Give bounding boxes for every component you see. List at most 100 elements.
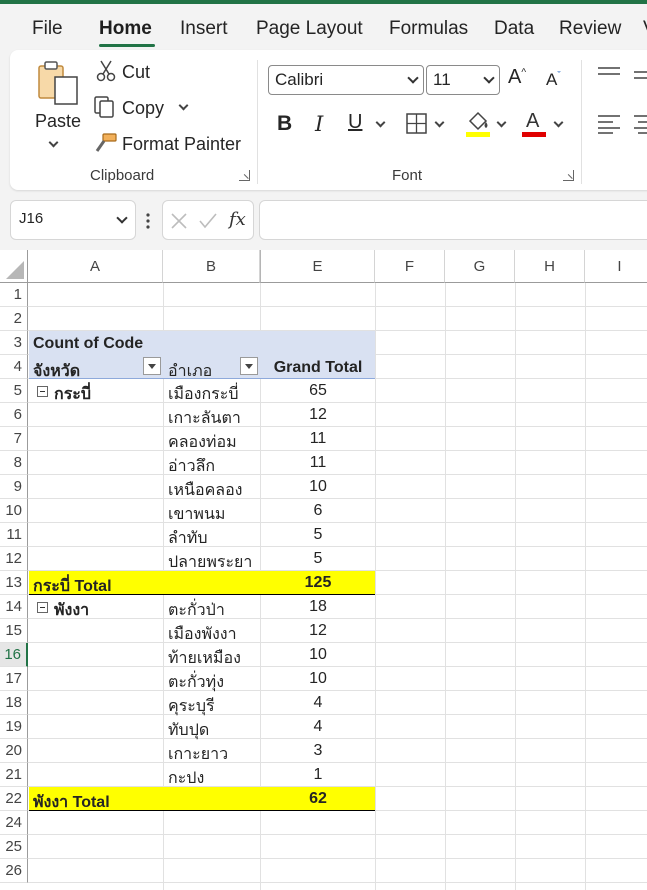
row-header-15[interactable]: 15	[0, 619, 28, 643]
align-center-icon[interactable]	[634, 114, 647, 139]
cut-button[interactable]: Cut	[122, 62, 150, 83]
pivot-total-label: กระบี่ Total	[33, 578, 112, 595]
pivot-header-grand-total: Grand Total	[273, 359, 363, 376]
row-header-25[interactable]: 25	[0, 835, 28, 859]
row-header-17[interactable]: 17	[0, 667, 28, 691]
decrease-font-size-icon[interactable]: Aˇ	[546, 70, 561, 90]
paste-button[interactable]: Paste	[35, 111, 81, 132]
column-header-e[interactable]: E	[260, 250, 375, 283]
gridline	[375, 283, 376, 890]
column-header-h[interactable]: H	[515, 250, 585, 283]
copy-button[interactable]: Copy	[122, 98, 164, 119]
more-options-icon[interactable]	[146, 212, 150, 235]
worksheet-grid[interactable]: A B E F G H I 1 2 3 4 5 6 7 8 9 10 11 12 13 14 15 16 17 1…	[0, 250, 647, 890]
row-header-4[interactable]: 4	[0, 355, 28, 379]
row-header-10[interactable]: 10	[0, 499, 28, 523]
copy-options-chevron-icon[interactable]	[178, 100, 189, 111]
pivot-count: 10	[309, 478, 327, 495]
font-size-select[interactable]: 11	[426, 65, 500, 95]
tab-view[interactable]: V	[643, 18, 647, 40]
row-header-26[interactable]: 26	[0, 859, 28, 883]
row-header-14[interactable]: 14	[0, 595, 28, 619]
collapse-button-icon[interactable]	[37, 386, 48, 397]
paste-icon[interactable]	[36, 60, 82, 108]
pivot-count: 1	[313, 766, 323, 783]
row-header-9[interactable]: 9	[0, 475, 28, 499]
fill-color-icon[interactable]	[465, 110, 491, 143]
row-header-16[interactable]: 16	[0, 643, 28, 667]
font-group-label: Font	[392, 167, 423, 184]
increase-font-size-icon[interactable]: A^	[508, 66, 526, 89]
collapse-button-icon[interactable]	[37, 602, 48, 613]
borders-options-chevron-icon[interactable]	[434, 117, 445, 128]
format-painter-button[interactable]: Format Painter	[122, 134, 241, 155]
row-header-5[interactable]: 5	[0, 379, 28, 403]
column-header-g[interactable]: G	[445, 250, 515, 283]
underline-options-chevron-icon[interactable]	[375, 117, 386, 128]
font-name-select[interactable]: Calibri	[268, 65, 424, 95]
fill-color-options-chevron-icon[interactable]	[496, 117, 507, 128]
pivot-count: 6	[313, 502, 323, 519]
row-header-19[interactable]: 19	[0, 715, 28, 739]
tab-insert[interactable]: Insert	[180, 18, 228, 40]
row-header-18[interactable]: 18	[0, 691, 28, 715]
formula-input[interactable]	[259, 200, 647, 240]
ribbon: Paste Cut Copy Format Painter Clipboard …	[10, 50, 647, 190]
insert-function-icon[interactable]: fx	[229, 209, 246, 230]
row-header-24[interactable]: 24	[0, 811, 28, 835]
pivot-province: กระบี่	[54, 386, 92, 403]
row-header-8[interactable]: 8	[0, 451, 28, 475]
align-left-icon[interactable]	[598, 114, 620, 139]
paste-options-chevron-icon[interactable]	[48, 137, 59, 148]
clipboard-dialog-launcher-icon[interactable]	[239, 170, 250, 181]
province-filter-dropdown-icon[interactable]	[143, 357, 161, 375]
column-header-i[interactable]: I	[585, 250, 647, 283]
row-header-20[interactable]: 20	[0, 739, 28, 763]
column-header-b[interactable]: B	[163, 250, 260, 283]
pivot-count: 11	[309, 430, 327, 447]
row-header-1[interactable]: 1	[0, 283, 28, 307]
row-header-7[interactable]: 7	[0, 427, 28, 451]
font-color-options-chevron-icon[interactable]	[553, 117, 564, 128]
district-sort-filter-icon[interactable]	[240, 357, 258, 375]
row-header-11[interactable]: 11	[0, 523, 28, 547]
tab-page-layout[interactable]: Page Layout	[256, 18, 363, 40]
column-header-a[interactable]: A	[28, 250, 163, 283]
select-all-button[interactable]	[0, 250, 28, 283]
pivot-count: 10	[309, 670, 327, 687]
gridline	[28, 306, 647, 307]
italic-icon[interactable]: I	[315, 112, 323, 136]
chevron-down-icon	[407, 72, 419, 84]
formula-buttons: fx	[162, 200, 254, 240]
tab-home[interactable]: Home	[99, 18, 152, 40]
row-header-12[interactable]: 12	[0, 547, 28, 571]
row-header-6[interactable]: 6	[0, 403, 28, 427]
bold-icon[interactable]: B	[277, 112, 292, 136]
column-header-f[interactable]: F	[375, 250, 445, 283]
pivot-header-province: จังหวัด	[33, 363, 81, 380]
cancel-icon[interactable]	[171, 213, 187, 234]
borders-icon[interactable]	[406, 113, 427, 139]
underline-icon[interactable]: U	[348, 111, 362, 134]
font-color-icon[interactable]: A	[521, 108, 547, 143]
pivot-count: 3	[313, 742, 323, 759]
tab-data[interactable]: Data	[494, 18, 534, 40]
row-header-22[interactable]: 22	[0, 787, 28, 811]
tab-file[interactable]: File	[32, 18, 63, 40]
pivot-district: เมืองกระบี่	[168, 386, 239, 403]
gridline	[445, 283, 446, 890]
ribbon-separator	[581, 60, 582, 184]
align-middle-icon[interactable]	[634, 70, 647, 89]
row-header-21[interactable]: 21	[0, 763, 28, 787]
row-header-13[interactable]: 13	[0, 571, 28, 595]
pivot-district: คุระบุรี	[168, 698, 215, 715]
enter-icon[interactable]	[199, 213, 217, 234]
align-top-icon[interactable]	[598, 66, 620, 85]
tab-review[interactable]: Review	[559, 18, 621, 40]
tab-formulas[interactable]: Formulas	[389, 18, 468, 40]
font-dialog-launcher-icon[interactable]	[563, 170, 574, 181]
row-header-3[interactable]: 3	[0, 331, 28, 355]
name-box[interactable]: J16	[10, 200, 136, 240]
row-header-2[interactable]: 2	[0, 307, 28, 331]
pivot-district: ตะกั่วป่า	[168, 602, 225, 619]
